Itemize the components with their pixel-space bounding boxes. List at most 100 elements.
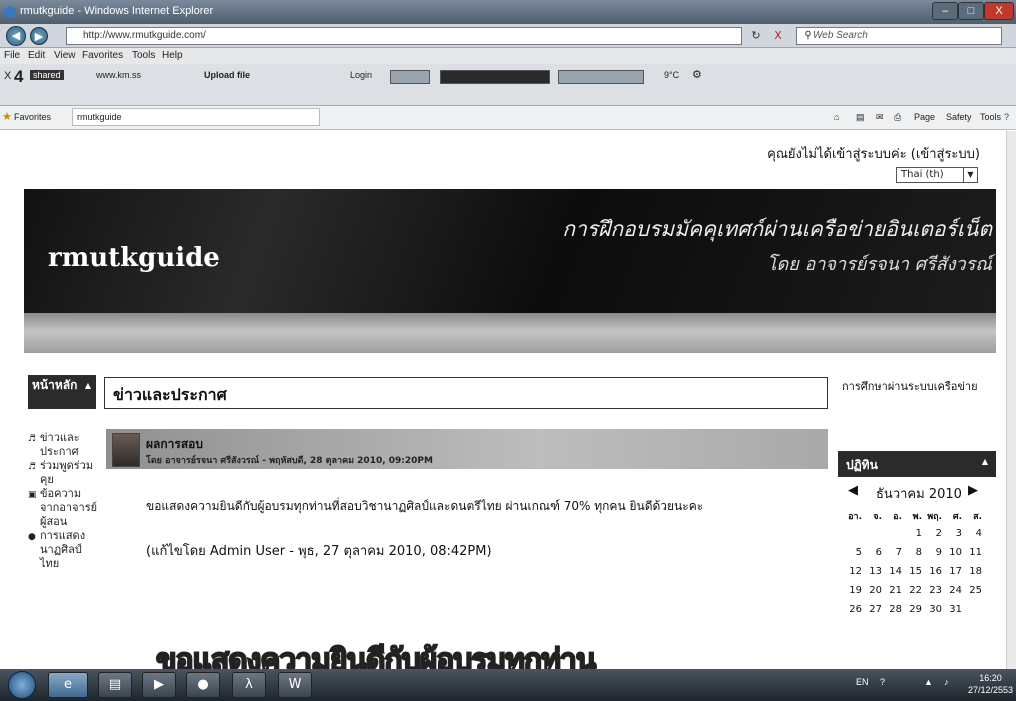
start-button[interactable] [8, 671, 36, 699]
calendar-day[interactable]: 9 [922, 547, 942, 566]
calendar-day[interactable]: 28 [882, 604, 902, 623]
help-icon[interactable]: ? [1004, 112, 1009, 122]
refresh-icon[interactable]: ↻ [748, 28, 764, 44]
ie-taskbar-button[interactable]: e [48, 672, 88, 698]
left-menu-item-performance[interactable]: ● การแสดงนาฏศิลป์ไทย [28, 529, 98, 571]
tools-menu[interactable]: Tools [980, 112, 1001, 122]
browser-tab[interactable]: rmutkguide [72, 108, 320, 126]
calendar-day[interactable]: 26 [842, 604, 862, 623]
word-taskbar-button[interactable]: W [278, 672, 312, 698]
menu-help[interactable]: Help [162, 50, 183, 61]
language-select[interactable]: Thai (th) ▼ [896, 167, 978, 183]
calendar-day[interactable]: 6 [862, 547, 882, 566]
right-course-link[interactable]: การศึกษาผ่านระบบเครือข่าย [842, 379, 992, 395]
calendar-day[interactable]: 13 [862, 566, 882, 585]
calendar-day[interactable]: 14 [882, 566, 902, 585]
options-icon[interactable]: ⚙ [692, 68, 702, 81]
volume-icon[interactable]: ♪ [944, 677, 949, 687]
calendar-day[interactable]: 21 [882, 585, 902, 604]
post-meta: โดย อาจารย์รจนา ศรีสังวรณ์ - พฤหัสบดี, 2… [146, 456, 433, 466]
safety-menu[interactable]: Safety [946, 112, 972, 122]
calendar-day[interactable]: 27 [862, 604, 882, 623]
shared-badge[interactable]: shared [30, 70, 64, 80]
search-input[interactable]: Web Search [796, 27, 1002, 45]
calendar-day[interactable]: 19 [842, 585, 862, 604]
calendar-weekday: พฤ. [927, 512, 942, 522]
upload-button[interactable]: Upload file [204, 70, 250, 80]
calendar-day[interactable]: 16 [922, 566, 942, 585]
menu-tools[interactable]: Tools [132, 50, 155, 61]
calendar-day[interactable]: 29 [902, 604, 922, 623]
avatar[interactable] [112, 433, 140, 467]
chevron-down-icon[interactable]: ▼ [963, 168, 977, 182]
vertical-scrollbar[interactable] [1006, 131, 1016, 669]
calendar-day[interactable]: 1 [902, 528, 922, 547]
explorer-taskbar-button[interactable]: ▤ [98, 672, 132, 698]
stop-icon[interactable]: X [770, 28, 786, 44]
close-toolbar-button[interactable]: X [4, 70, 11, 82]
collapse-icon[interactable]: ▲ [982, 457, 988, 466]
url-input[interactable]: http://www.rmutkguide.com/ [66, 27, 742, 45]
home-icon[interactable]: ⌂ [834, 112, 839, 122]
calendar-day[interactable]: 22 [902, 585, 922, 604]
calendar-day[interactable]: 12 [842, 566, 862, 585]
calendar-day[interactable]: 15 [902, 566, 922, 585]
minimize-button[interactable]: – [932, 2, 958, 20]
login-status[interactable]: คุณยังไม่ได้เข้าสู่ระบบค่ะ (เข้าสู่ระบบ) [767, 143, 980, 164]
menu-favorites[interactable]: Favorites [82, 50, 123, 61]
menu-edit[interactable]: Edit [28, 50, 45, 61]
feeds-icon[interactable]: ▤ [856, 112, 865, 123]
print-icon[interactable]: ⎙ [894, 112, 901, 123]
network-icon[interactable]: ▲ [924, 677, 933, 687]
calendar-day[interactable]: 24 [942, 585, 962, 604]
site-dropdown[interactable]: www.km.ss [96, 70, 141, 80]
site-name[interactable]: rmutkguide [48, 243, 220, 273]
left-menu-item-messages[interactable]: ▣ ข้อความจากอาจารย์ผู้สอน [28, 487, 98, 529]
login-button[interactable]: Login [350, 70, 372, 80]
left-menu-item-forum[interactable]: ♬ ร่วมพูดร่วมคุย [28, 459, 98, 487]
messenger-taskbar-button[interactable]: ● [186, 672, 220, 698]
calendar-day[interactable]: 20 [862, 585, 882, 604]
system-clock[interactable]: 16:20 27/12/2553 [968, 672, 1013, 696]
media-player-taskbar-button[interactable]: ▶ [142, 672, 176, 698]
close-window-button[interactable]: X [984, 2, 1014, 20]
calendar-day[interactable]: 17 [942, 566, 962, 585]
back-button[interactable]: ◀ [6, 26, 26, 46]
menu-file[interactable]: File [4, 50, 20, 61]
post-title[interactable]: ผลการสอบ [146, 435, 203, 454]
page-menu[interactable]: Page [914, 112, 935, 122]
language-indicator[interactable]: EN [856, 677, 869, 687]
left-menu-item-news[interactable]: ♬ ข่าวและประกาศ [28, 431, 98, 459]
calendar-day[interactable]: 2 [922, 528, 942, 547]
calendar-next-button[interactable]: ▶ [968, 483, 978, 498]
calendar-header[interactable]: ปฏิทิน ▲ [838, 451, 996, 477]
calendar-prev-button[interactable]: ◀ [848, 483, 858, 498]
calendar-day[interactable]: 4 [962, 528, 982, 547]
clock-date: 27/12/2553 [968, 685, 1014, 695]
mail-icon[interactable]: ✉ [876, 112, 884, 123]
help-icon[interactable]: ? [880, 677, 885, 687]
calendar-day[interactable]: 18 [962, 566, 982, 585]
calendar-day[interactable]: 3 [942, 528, 962, 547]
calendar-day[interactable]: 10 [942, 547, 962, 566]
clock-time: 16:20 [979, 673, 1002, 683]
calendar-day[interactable]: 5 [842, 547, 862, 566]
collapse-icon[interactable]: ▲ [85, 378, 91, 393]
calendar-day[interactable]: 31 [942, 604, 962, 623]
taskbar: e ▤ ▶ ● λ W EN ? ▲ ♪ 16:20 27/12/2553 [0, 669, 1016, 701]
calendar-day[interactable]: 8 [902, 547, 922, 566]
toolbar-icon-group[interactable] [558, 70, 644, 84]
favorites-button[interactable]: Favorites [14, 112, 51, 122]
left-block-header[interactable]: หน้าหลัก ▲ [28, 375, 96, 409]
calendar-day[interactable]: 7 [882, 547, 902, 566]
calendar-day[interactable]: 30 [922, 604, 942, 623]
menu-view[interactable]: View [54, 50, 76, 61]
calendar-day[interactable]: 11 [962, 547, 982, 566]
toolbar-icon-group[interactable] [390, 70, 430, 84]
calendar-day[interactable]: 25 [962, 585, 982, 604]
calendar-day[interactable]: 23 [922, 585, 942, 604]
acrobat-taskbar-button[interactable]: λ [232, 672, 266, 698]
maximize-button[interactable]: □ [958, 2, 984, 20]
forward-button[interactable]: ▶ [30, 27, 48, 45]
media-player-controls[interactable] [440, 70, 550, 84]
